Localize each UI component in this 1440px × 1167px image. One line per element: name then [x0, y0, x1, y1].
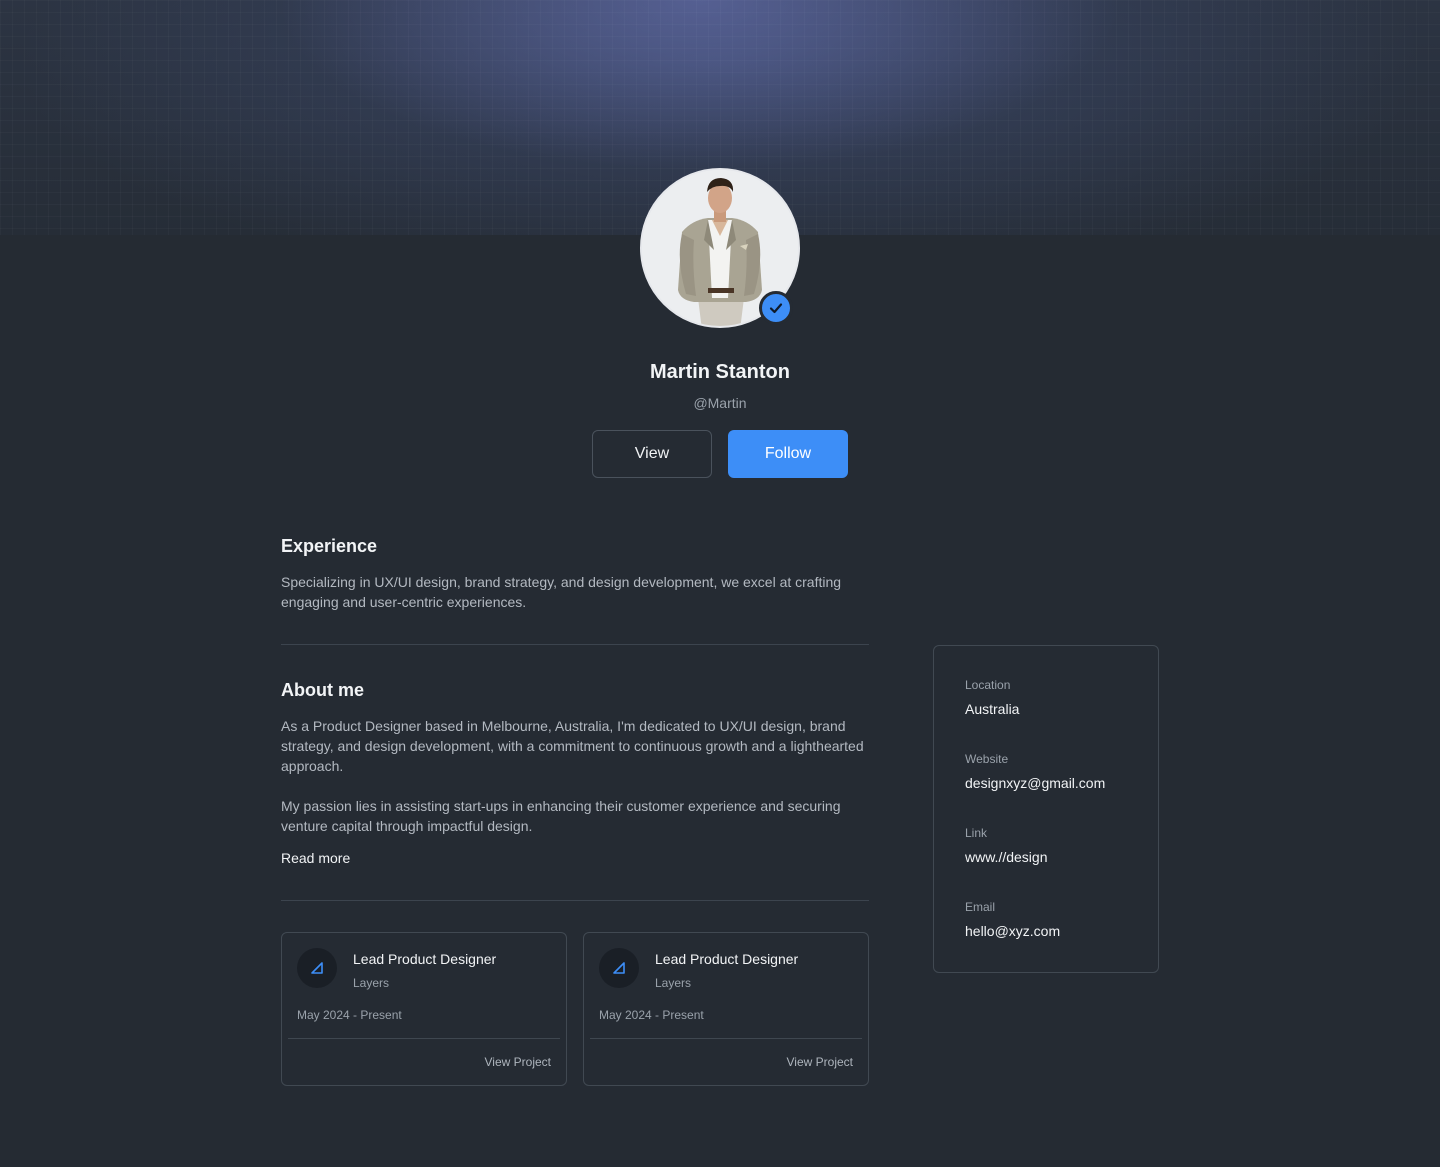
- about-paragraph-1: As a Product Designer based in Melbourne…: [281, 718, 864, 774]
- project-title: Lead Product Designer: [353, 951, 497, 967]
- link-label: Link: [965, 826, 988, 840]
- about-heading: About me: [281, 680, 364, 700]
- profile-name: Martin Stanton: [650, 361, 790, 383]
- project-card[interactable]: Lead Product Designer Layers May 2024 - …: [583, 932, 869, 1086]
- follow-button[interactable]: Follow: [728, 430, 848, 478]
- location-label: Location: [965, 678, 1011, 692]
- website-value[interactable]: designxyz@gmail.com: [965, 775, 1105, 791]
- link-value[interactable]: www.//design: [965, 849, 1047, 865]
- email-label: Email: [965, 900, 996, 914]
- layers-logo-icon: [297, 948, 337, 988]
- read-more-link[interactable]: Read more: [281, 850, 350, 866]
- layers-logo-icon: [599, 948, 639, 988]
- view-button[interactable]: View: [592, 430, 712, 478]
- project-dates: May 2024 - Present: [599, 1008, 704, 1022]
- project-company: Layers: [655, 976, 692, 990]
- card-divider: [288, 1038, 560, 1039]
- profile-page: Martin Stanton @Martin View Follow Exper…: [0, 0, 1440, 1167]
- info-card: Location Australia Website designxyz@gma…: [933, 645, 1159, 973]
- project-dates: May 2024 - Present: [297, 1008, 402, 1022]
- experience-text: Specializing in UX/UI design, brand stra…: [281, 574, 842, 610]
- profile-handle: @Martin: [693, 395, 747, 411]
- project-company: Layers: [353, 976, 390, 990]
- verified-badge-icon: [759, 291, 793, 325]
- section-divider: [281, 900, 869, 901]
- view-project-link[interactable]: View Project: [485, 1055, 551, 1069]
- website-label: Website: [965, 752, 1009, 766]
- view-project-link[interactable]: View Project: [787, 1055, 853, 1069]
- email-value[interactable]: hello@xyz.com: [965, 923, 1060, 939]
- section-divider: [281, 644, 869, 645]
- card-divider: [590, 1038, 862, 1039]
- about-paragraph-2: My passion lies in assisting start-ups i…: [281, 798, 841, 834]
- location-value: Australia: [965, 701, 1020, 717]
- project-card[interactable]: Lead Product Designer Layers May 2024 - …: [281, 932, 567, 1086]
- project-title: Lead Product Designer: [655, 951, 799, 967]
- experience-heading: Experience: [281, 536, 378, 556]
